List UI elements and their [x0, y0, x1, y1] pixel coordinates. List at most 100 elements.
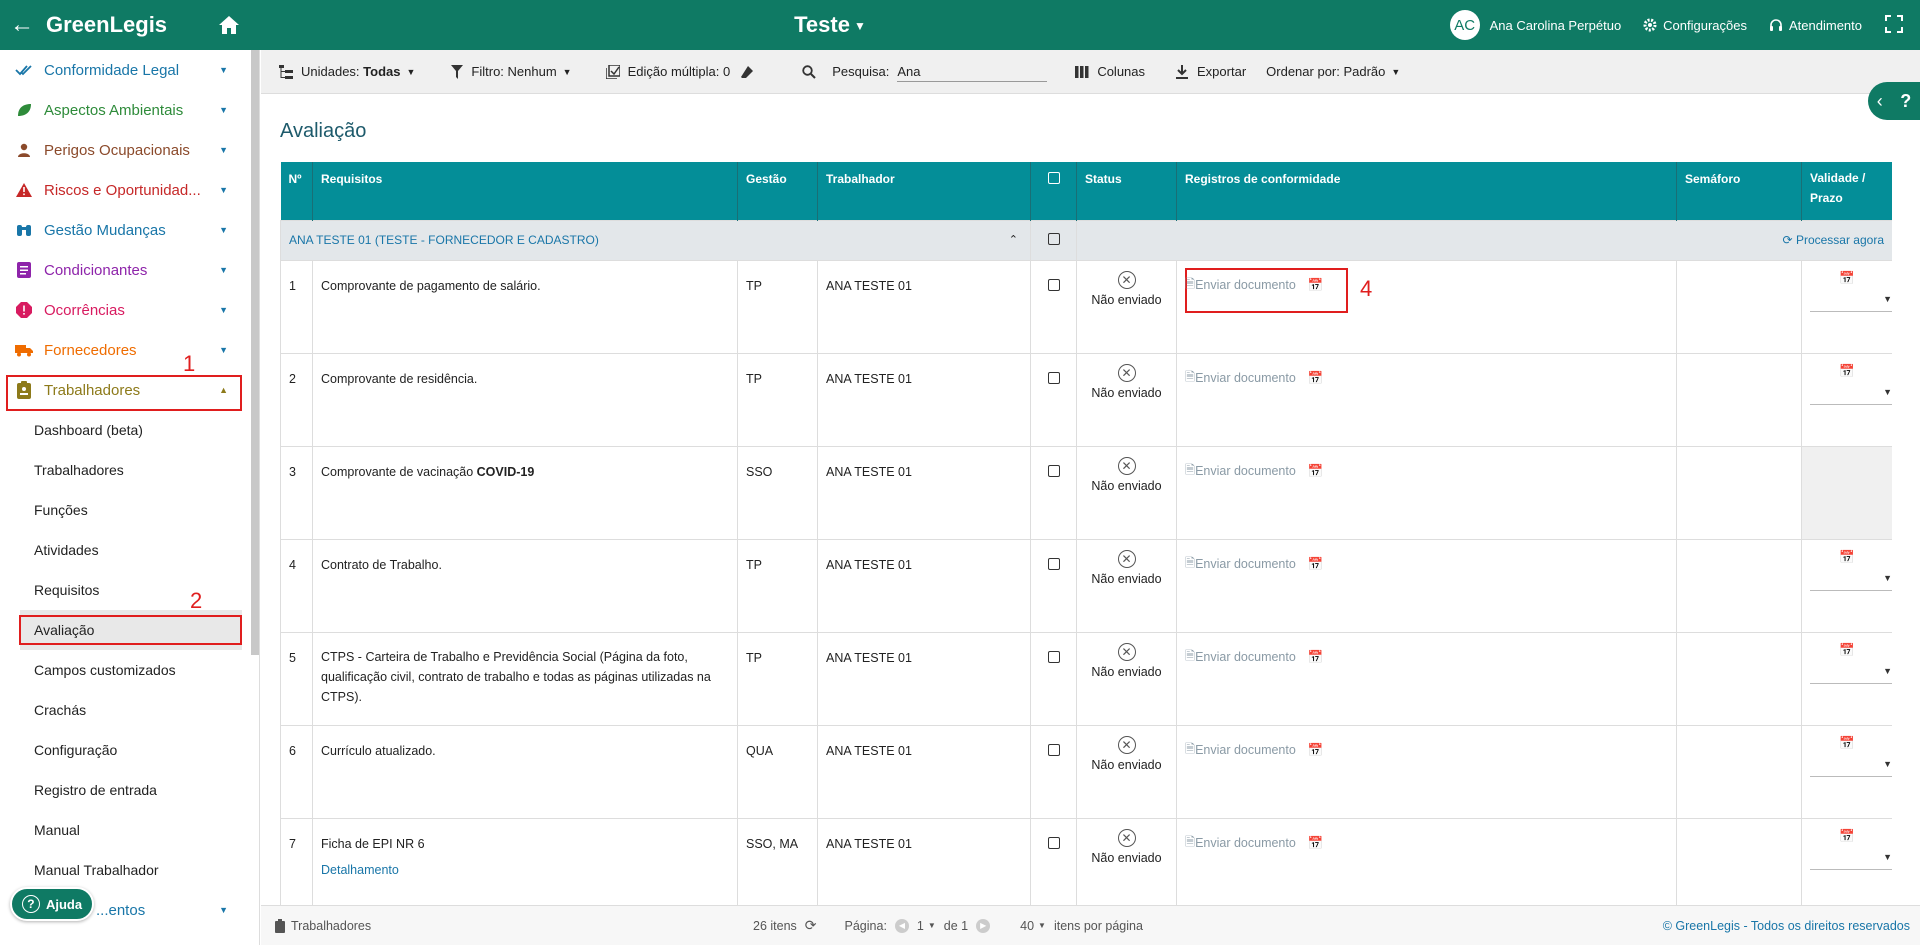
prev-page-icon[interactable]: ◀ — [894, 918, 909, 933]
eraser-icon[interactable] — [740, 65, 762, 79]
search-box[interactable]: Pesquisa: Ana — [802, 62, 1048, 82]
chevron-down-icon: ▼ — [219, 345, 228, 355]
export-button[interactable]: Exportar — [1175, 64, 1246, 79]
calendar-x-icon[interactable]: 📅 — [1308, 650, 1324, 665]
sidebar-item-gestao-mudancas[interactable]: Gestão Mudanças ▼ — [0, 210, 252, 250]
send-document-button[interactable]: 🗎 Enviar documento 📅 — [1185, 275, 1668, 296]
sidebar-subitem-manual[interactable]: Manual — [0, 810, 252, 850]
process-now-link[interactable]: ⟳ Processar agora — [1076, 219, 1892, 261]
sidebar-scrollbar[interactable] — [251, 50, 259, 655]
settings-link[interactable]: Configurações — [1643, 18, 1747, 33]
chevron-down-icon: ▼ — [219, 145, 228, 155]
sidebar-item-ocorrencias[interactable]: Ocorrências ▼ — [0, 290, 252, 330]
chevron-up-icon[interactable]: ⌃ — [1009, 233, 1018, 246]
sidebar-subitem-funcoes[interactable]: Funções — [0, 490, 252, 530]
current-page-select[interactable]: 1 — [917, 919, 924, 933]
calendar-icon[interactable]: 📅 — [1839, 550, 1855, 564]
sidebar-subitem-atividades[interactable]: Atividades — [0, 530, 252, 570]
sidebar-subitem-trabalhadores[interactable]: Trabalhadores — [0, 450, 252, 490]
sidebar-item-fornecedores[interactable]: Fornecedores ▼ — [0, 330, 252, 370]
user-name[interactable]: Ana Carolina Perpétuo — [1490, 18, 1622, 33]
validity-dropdown[interactable]: ▼ — [1810, 852, 1892, 870]
validity-dropdown[interactable]: ▼ — [1810, 666, 1892, 684]
send-document-button[interactable]: 🗎 Enviar documento 📅 — [1185, 461, 1668, 482]
fullscreen-icon[interactable] — [1884, 14, 1904, 37]
filter-dropdown[interactable]: Filtro: Nenhum ▼ — [451, 64, 572, 79]
calendar-icon[interactable]: 📅 — [1839, 643, 1855, 657]
row-semaforo — [1676, 817, 1802, 905]
per-page-select[interactable]: 40 — [1020, 919, 1034, 933]
sort-label: Ordenar por: Padrão — [1266, 64, 1386, 79]
col-header-trabalhador[interactable]: Trabalhador — [817, 162, 1031, 220]
row-checkbox[interactable] — [1047, 650, 1060, 663]
calendar-icon[interactable]: 📅 — [1839, 736, 1855, 750]
sidebar-item-conformidade-legal[interactable]: Conformidade Legal ▼ — [0, 50, 252, 90]
sidebar-item-condicionantes[interactable]: Condicionantes ▼ — [0, 250, 252, 290]
select-all-checkbox[interactable] — [1047, 172, 1060, 184]
sidebar-subitem-dashboard[interactable]: Dashboard (beta) — [0, 410, 252, 450]
sidebar-item-perigos-ocupacionais[interactable]: Perigos Ocupacionais ▼ — [0, 130, 252, 170]
row-records: 🗎 Enviar documento 📅 — [1176, 259, 1677, 354]
next-page-icon[interactable]: ▶ — [976, 918, 991, 933]
sidebar-item-trabalhadores[interactable]: Trabalhadores ▲ — [0, 370, 252, 410]
refresh-icon[interactable]: ⟳ — [805, 917, 817, 934]
side-help-toggle[interactable]: ‹ ? — [1868, 82, 1920, 120]
help-button[interactable]: ? Ajuda — [10, 887, 94, 921]
calendar-x-icon[interactable]: 📅 — [1308, 278, 1324, 293]
row-checkbox[interactable] — [1047, 743, 1060, 756]
row-checkbox[interactable] — [1047, 278, 1060, 291]
validity-dropdown[interactable]: ▼ — [1810, 387, 1892, 405]
col-header-registros[interactable]: Registros de conformidade — [1176, 162, 1677, 220]
send-document-button[interactable]: 🗎 Enviar documento 📅 — [1185, 368, 1668, 389]
sort-dropdown[interactable]: Ordenar por: Padrão ▼ — [1266, 64, 1400, 79]
columns-button[interactable]: Colunas — [1075, 64, 1145, 79]
multi-edit-button[interactable]: Edição múltipla: 0 — [605, 64, 730, 79]
calendar-x-icon[interactable]: 📅 — [1308, 743, 1324, 758]
calendar-x-icon[interactable]: 📅 — [1308, 371, 1324, 386]
row-checkbox[interactable] — [1047, 464, 1060, 477]
support-link[interactable]: Atendimento — [1769, 18, 1862, 33]
sidebar-subitem-avaliacao[interactable]: Avaliação — [20, 610, 242, 650]
col-header-status[interactable]: Status — [1076, 162, 1177, 220]
project-title-dropdown[interactable]: Teste ▼ — [0, 12, 1660, 38]
send-document-button[interactable]: 🗎 Enviar documento 📅 — [1185, 647, 1668, 668]
col-header-gestao[interactable]: Gestão — [737, 162, 818, 220]
sidebar-subitem-configuracao[interactable]: Configuração — [0, 730, 252, 770]
calendar-icon[interactable]: 📅 — [1839, 829, 1855, 843]
search-input[interactable]: Ana — [897, 62, 1048, 82]
row-checkbox[interactable] — [1047, 836, 1060, 849]
group-checkbox[interactable] — [1047, 232, 1060, 245]
sidebar-subitem-requisitos[interactable]: Requisitos — [0, 570, 252, 610]
sidebar-subitem-campos-customizados[interactable]: Campos customizados — [0, 650, 252, 690]
col-header-semaforo[interactable]: Semáforo — [1676, 162, 1802, 220]
col-header-requisitos[interactable]: Requisitos — [312, 162, 738, 220]
sidebar-subitem-crachas[interactable]: Crachás — [0, 690, 252, 730]
table-row: 6 Currículo atualizado. QUA ANA TESTE 01… — [280, 724, 1892, 819]
details-link[interactable]: Detalhamento — [321, 863, 729, 877]
send-document-button[interactable]: 🗎 Enviar documento 📅 — [1185, 740, 1668, 761]
row-status: ✕ Não enviado — [1076, 724, 1177, 819]
group-label[interactable]: ANA TESTE 01 (TESTE - FORNECEDOR E CADAS… — [289, 233, 599, 247]
validity-dropdown[interactable]: ▼ — [1810, 759, 1892, 777]
avatar[interactable]: AC — [1449, 10, 1480, 40]
sidebar-subitem-registro-entrada[interactable]: Registro de entrada — [0, 770, 252, 810]
units-dropdown[interactable]: Unidades: Todas ▼ — [279, 64, 415, 79]
copyright-link[interactable]: © GreenLegis - Todos os direitos reserva… — [1663, 919, 1910, 933]
sidebar-item-aspectos-ambientais[interactable]: Aspectos Ambientais ▼ — [0, 90, 252, 130]
row-checkbox[interactable] — [1047, 557, 1060, 570]
calendar-icon[interactable]: 📅 — [1839, 364, 1855, 378]
validity-dropdown[interactable]: ▼ — [1810, 573, 1892, 591]
validity-dropdown[interactable]: ▼ — [1810, 294, 1892, 312]
calendar-x-icon[interactable]: 📅 — [1308, 557, 1324, 572]
calendar-x-icon[interactable]: 📅 — [1308, 464, 1324, 479]
sidebar-item-riscos-oportunidades[interactable]: Riscos e Oportunidad... ▼ — [0, 170, 252, 210]
sidebar-subitem-manual-trabalhador[interactable]: Manual Trabalhador — [0, 850, 252, 890]
send-document-button[interactable]: 🗎 Enviar documento 📅 — [1185, 554, 1668, 575]
row-checkbox[interactable] — [1047, 371, 1060, 384]
calendar-x-icon[interactable]: 📅 — [1308, 836, 1324, 851]
support-label: Atendimento — [1789, 17, 1862, 33]
send-document-button[interactable]: 🗎 Enviar documento 📅 — [1185, 833, 1668, 854]
col-header-validade[interactable]: Validade / Prazo — [1801, 162, 1892, 220]
row-checkbox-cell — [1030, 631, 1077, 726]
calendar-icon[interactable]: 📅 — [1839, 271, 1855, 285]
